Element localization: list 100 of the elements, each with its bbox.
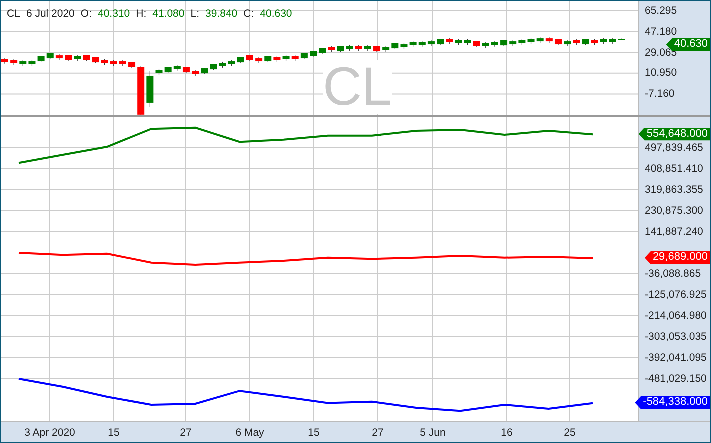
candle: [573, 38, 580, 46]
candle: [146, 70, 154, 108]
axis-label: 47.180: [645, 26, 678, 38]
candle: [28, 60, 36, 66]
candle: [410, 40, 417, 48]
axis-label: 10.950: [645, 67, 678, 80]
candle: [246, 54, 254, 62]
candle: [192, 70, 200, 76]
candle: [500, 40, 508, 46]
date-axis-label: 3 Apr 2020: [24, 427, 76, 439]
candle: [46, 52, 54, 60]
candle: [428, 40, 435, 46]
ohlc-value: 40.630: [260, 8, 292, 20]
candle: [355, 44, 362, 52]
candle: [138, 66, 145, 115]
candle: [491, 40, 498, 48]
candle: [282, 54, 290, 62]
axis-label: 65.295: [645, 4, 678, 17]
candle: [83, 54, 90, 62]
candle: [101, 58, 108, 66]
candle: [156, 68, 163, 76]
candle: [400, 42, 408, 50]
candle: [228, 60, 236, 66]
candle: [2, 58, 8, 64]
candle: [482, 42, 490, 48]
candle: [536, 36, 544, 44]
date-label: 6 Jul 2020: [26, 8, 75, 20]
axis-label: 230,875.300: [645, 204, 704, 217]
candle: [300, 52, 308, 60]
candle: [274, 56, 281, 62]
candle: [56, 54, 63, 60]
candle: [437, 38, 444, 46]
ohlc-value: 40.310: [98, 8, 130, 20]
candle: [364, 44, 372, 52]
candle: [128, 62, 136, 68]
date-axis-label: 27: [372, 427, 384, 439]
value-badge: 29,689.000: [644, 251, 710, 264]
candle: [65, 54, 72, 62]
date-axis-label: 15: [308, 427, 320, 439]
axis-label: -303,053.035: [645, 331, 707, 343]
candle: [20, 60, 27, 66]
date-axis-label: 6 May: [236, 427, 264, 439]
candle: [38, 56, 45, 62]
date-axis-label: 16: [501, 427, 513, 439]
candle: [237, 56, 244, 64]
candle: [92, 56, 100, 64]
candle: [164, 66, 172, 74]
candle: [319, 48, 326, 54]
axis-label: -36,088.865: [645, 268, 702, 280]
candle: [392, 42, 399, 50]
axis-label: 408,851.410: [645, 162, 704, 175]
candle: [110, 60, 118, 66]
ohlc-label: O:: [80, 8, 92, 20]
date-axis-label: 15: [108, 427, 120, 439]
value-badge: 554,648.000: [638, 128, 710, 141]
ohlc-label: C:: [244, 8, 254, 20]
axis-label: -214,064.980: [645, 310, 707, 322]
candle: [210, 64, 218, 70]
candle: [554, 38, 562, 46]
candle: [582, 38, 590, 46]
date-axis-label: 25: [564, 427, 576, 439]
candle: [464, 38, 472, 46]
candle: [600, 38, 608, 44]
candle: [546, 36, 553, 44]
date-axis-label: 5 Jun: [420, 427, 446, 439]
candle: [518, 38, 526, 46]
candle: [591, 38, 598, 46]
axis-label: -392,041.095: [645, 352, 707, 364]
candle: [310, 50, 317, 58]
candle: [119, 60, 126, 66]
ohlc-value: 39.840: [206, 8, 238, 20]
date-axis-label: 27: [180, 427, 192, 439]
candle: [510, 40, 517, 46]
candle: [10, 58, 18, 66]
candle: [609, 38, 616, 44]
axis-label: 497,839.465: [645, 142, 704, 154]
candle: [328, 46, 336, 52]
candle: [182, 66, 190, 74]
candle: [382, 46, 390, 52]
candle: [618, 38, 626, 41]
candle: [201, 68, 208, 74]
candle: [219, 62, 226, 68]
axis-label: 141,887.240: [645, 226, 704, 238]
axis-label: -481,029.150: [645, 373, 707, 386]
candle: [418, 40, 426, 48]
candle: [256, 56, 263, 64]
ohlc-value: 41.080: [152, 8, 185, 20]
candle: [337, 46, 344, 52]
candle: [528, 38, 535, 44]
candle: [292, 54, 299, 62]
candle: [74, 54, 82, 62]
candle: [564, 40, 572, 46]
candle: [264, 56, 272, 62]
axis-label: -125,076.925: [645, 289, 707, 301]
candle: [473, 40, 480, 48]
axis-label: -7.160: [645, 88, 675, 100]
symbol-label: CL: [7, 8, 20, 20]
ohlc-label: L:: [190, 8, 200, 20]
candle: [446, 38, 454, 44]
candle: [346, 44, 354, 52]
